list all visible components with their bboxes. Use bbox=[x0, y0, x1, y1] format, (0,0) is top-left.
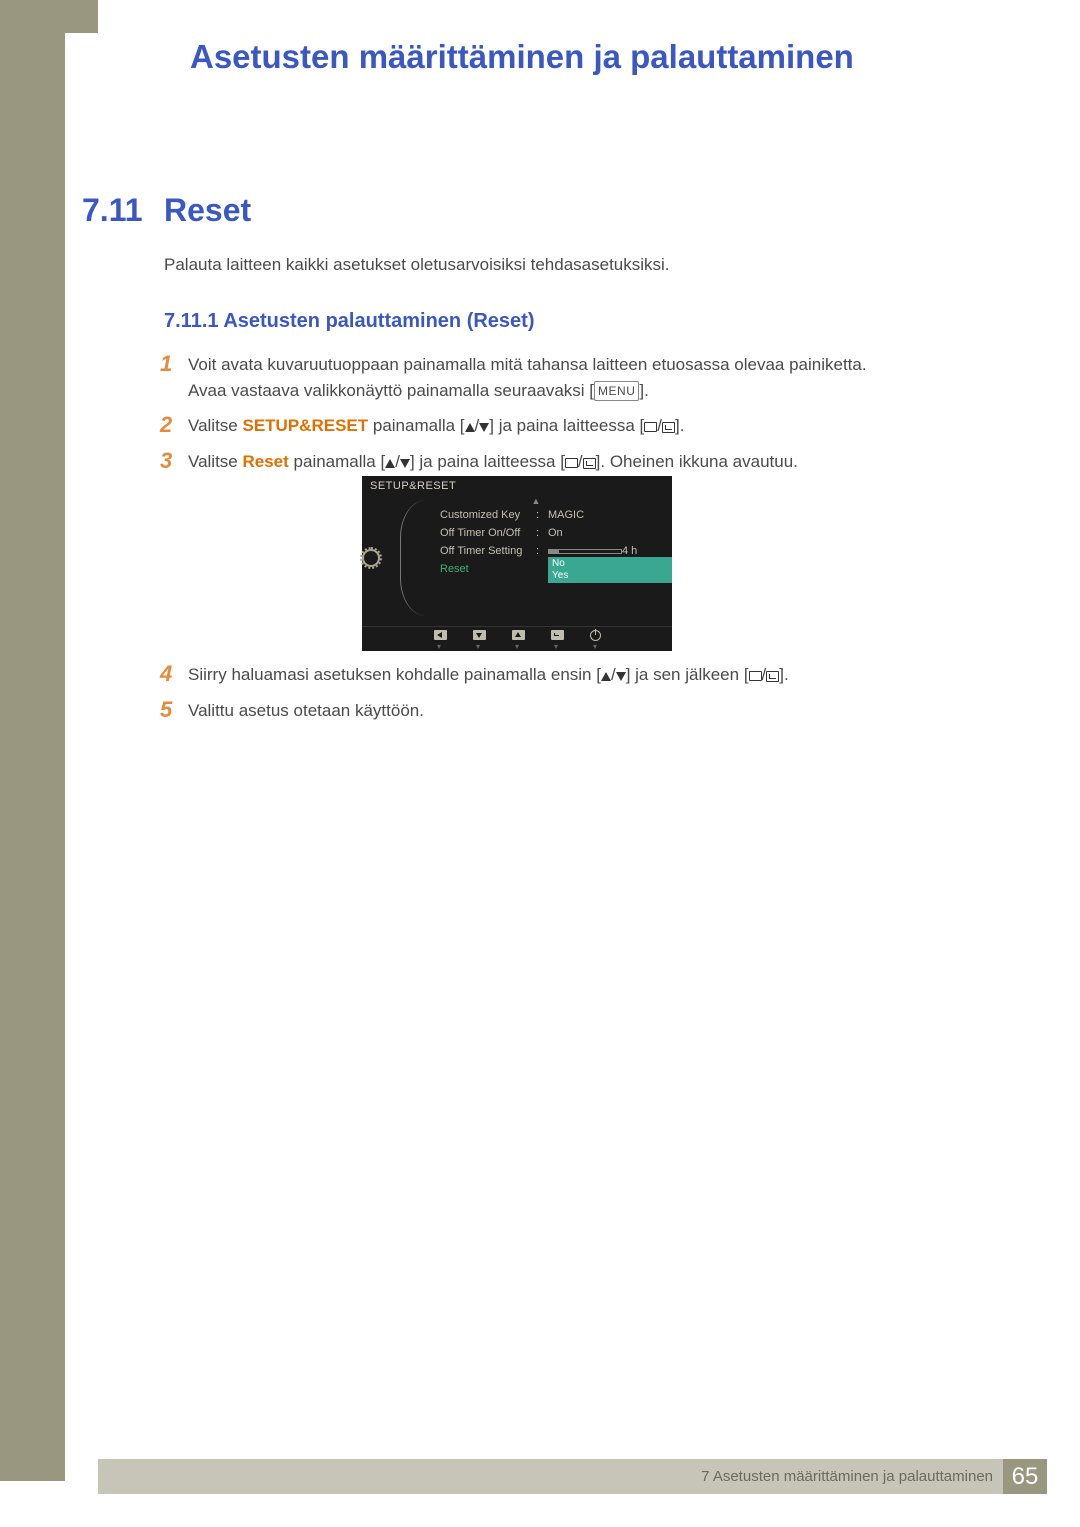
text: Valitse bbox=[188, 452, 243, 471]
chapter-icon bbox=[98, 8, 140, 50]
osd-body: ▲ Customized Key:MAGIC Off Timer On/Off:… bbox=[362, 494, 672, 622]
highlight: SETUP&RESET bbox=[243, 416, 369, 435]
text: Siirry haluamasi asetuksen kohdalle pain… bbox=[188, 665, 601, 684]
osd-arc bbox=[400, 500, 426, 616]
step-number: 5 bbox=[160, 698, 188, 724]
step-2: 2 Valitse SETUP&RESET painamalla [/] ja … bbox=[160, 413, 880, 439]
osd-option: No bbox=[552, 558, 668, 570]
enter-key-icon bbox=[766, 671, 779, 682]
osd-label-selected: Reset bbox=[440, 563, 536, 575]
osd-value: 4 h bbox=[622, 545, 637, 557]
osd-label: Customized Key bbox=[440, 509, 536, 521]
up-arrow-icon bbox=[601, 672, 611, 681]
page-number: 65 bbox=[1003, 1459, 1047, 1494]
text: ]. bbox=[779, 665, 788, 684]
intro-text: Palauta laitteen kaikki asetukset oletus… bbox=[164, 255, 670, 275]
nav-left-icon bbox=[434, 630, 447, 640]
highlight: Reset bbox=[243, 452, 289, 471]
step-number: 4 bbox=[160, 662, 188, 688]
text: painamalla [ bbox=[368, 416, 464, 435]
section-number: 7.11 bbox=[82, 192, 143, 229]
section-title: Reset bbox=[164, 192, 251, 229]
step-number: 1 bbox=[160, 352, 188, 403]
text: ]. bbox=[639, 381, 648, 400]
gear-icon bbox=[362, 549, 380, 567]
osd-row: Customized Key:MAGIC bbox=[440, 506, 672, 524]
up-caret-icon: ▲ bbox=[400, 496, 672, 506]
text: painamalla [ bbox=[289, 452, 385, 471]
text: ]. bbox=[675, 416, 684, 435]
step-3: 3 Valitse Reset painamalla [/] ja paina … bbox=[160, 449, 880, 475]
step-text: Valittu asetus otetaan käyttöön. bbox=[188, 698, 424, 724]
step-number: 3 bbox=[160, 449, 188, 475]
osd-title: SETUP&RESET bbox=[362, 476, 672, 494]
sidebar-strip bbox=[0, 33, 65, 1481]
nav-up-icon bbox=[512, 630, 525, 640]
text: ] ja paina laitteessa [ bbox=[410, 452, 565, 471]
text: Voit avata kuvaruutuoppaan painamalla mi… bbox=[188, 355, 867, 400]
text: ] ja paina laitteessa [ bbox=[489, 416, 644, 435]
up-arrow-icon bbox=[465, 423, 475, 432]
step-1: 1 Voit avata kuvaruutuoppaan painamalla … bbox=[160, 352, 880, 403]
osd-option: Yes bbox=[552, 570, 668, 582]
osd-screenshot: SETUP&RESET ▲ Customized Key:MAGIC Off T… bbox=[362, 476, 672, 651]
step-5: 5 Valittu asetus otetaan käyttöön. bbox=[160, 698, 880, 724]
osd-row-selected: Reset No Yes bbox=[440, 560, 672, 578]
down-arrow-icon bbox=[400, 459, 410, 468]
step-text: Valitse SETUP&RESET painamalla [/] ja pa… bbox=[188, 413, 684, 439]
down-arrow-icon bbox=[616, 672, 626, 681]
osd-label: Off Timer On/Off bbox=[440, 527, 536, 539]
nav-down-icon bbox=[473, 630, 486, 640]
osd-value: MAGIC bbox=[548, 509, 584, 521]
steps-list-cont: 4 Siirry haluamasi asetuksen kohdalle pa… bbox=[160, 662, 880, 733]
osd-dropdown: No Yes bbox=[548, 557, 672, 583]
steps-list: 1 Voit avata kuvaruutuoppaan painamalla … bbox=[160, 352, 880, 484]
text: ]. Oheinen ikkuna avautuu. bbox=[596, 452, 798, 471]
text: Valitse bbox=[188, 416, 243, 435]
osd-value: On bbox=[548, 527, 563, 539]
osd-row: Off Timer On/Off:On bbox=[440, 524, 672, 542]
rect-key-icon bbox=[565, 458, 578, 468]
nav-power-icon bbox=[590, 630, 601, 641]
footer-text: 7 Asetusten määrittäminen ja palauttamin… bbox=[701, 1468, 1003, 1485]
step-4: 4 Siirry haluamasi asetuksen kohdalle pa… bbox=[160, 662, 880, 688]
text: ] ja sen jälkeen [ bbox=[626, 665, 749, 684]
rect-key-icon bbox=[644, 422, 657, 432]
osd-label: Off Timer Setting bbox=[440, 545, 536, 557]
down-arrow-icon bbox=[479, 423, 489, 432]
up-arrow-icon bbox=[385, 459, 395, 468]
step-text: Valitse Reset painamalla [/] ja paina la… bbox=[188, 449, 798, 475]
chapter-title: Asetusten määrittäminen ja palauttaminen bbox=[190, 38, 854, 76]
enter-key-icon bbox=[662, 422, 675, 433]
nav-return-icon bbox=[551, 630, 564, 640]
enter-key-icon bbox=[583, 458, 596, 469]
footer-bar: 7 Asetusten määrittäminen ja palauttamin… bbox=[98, 1459, 1047, 1494]
rect-key-icon bbox=[749, 671, 762, 681]
osd-nav-bar bbox=[362, 626, 672, 643]
osd-icon-col bbox=[362, 494, 380, 622]
step-text: Siirry haluamasi asetuksen kohdalle pain… bbox=[188, 662, 789, 688]
step-number: 2 bbox=[160, 413, 188, 439]
subsection-title: 7.11.1 Asetusten palauttaminen (Reset) bbox=[164, 310, 535, 333]
slider-bar bbox=[548, 549, 622, 554]
header-tab bbox=[0, 0, 98, 33]
step-text: Voit avata kuvaruutuoppaan painamalla mi… bbox=[188, 352, 880, 403]
osd-carets: ▾▾▾▾▾ bbox=[362, 642, 672, 651]
menu-key-icon: MENU bbox=[594, 381, 639, 401]
